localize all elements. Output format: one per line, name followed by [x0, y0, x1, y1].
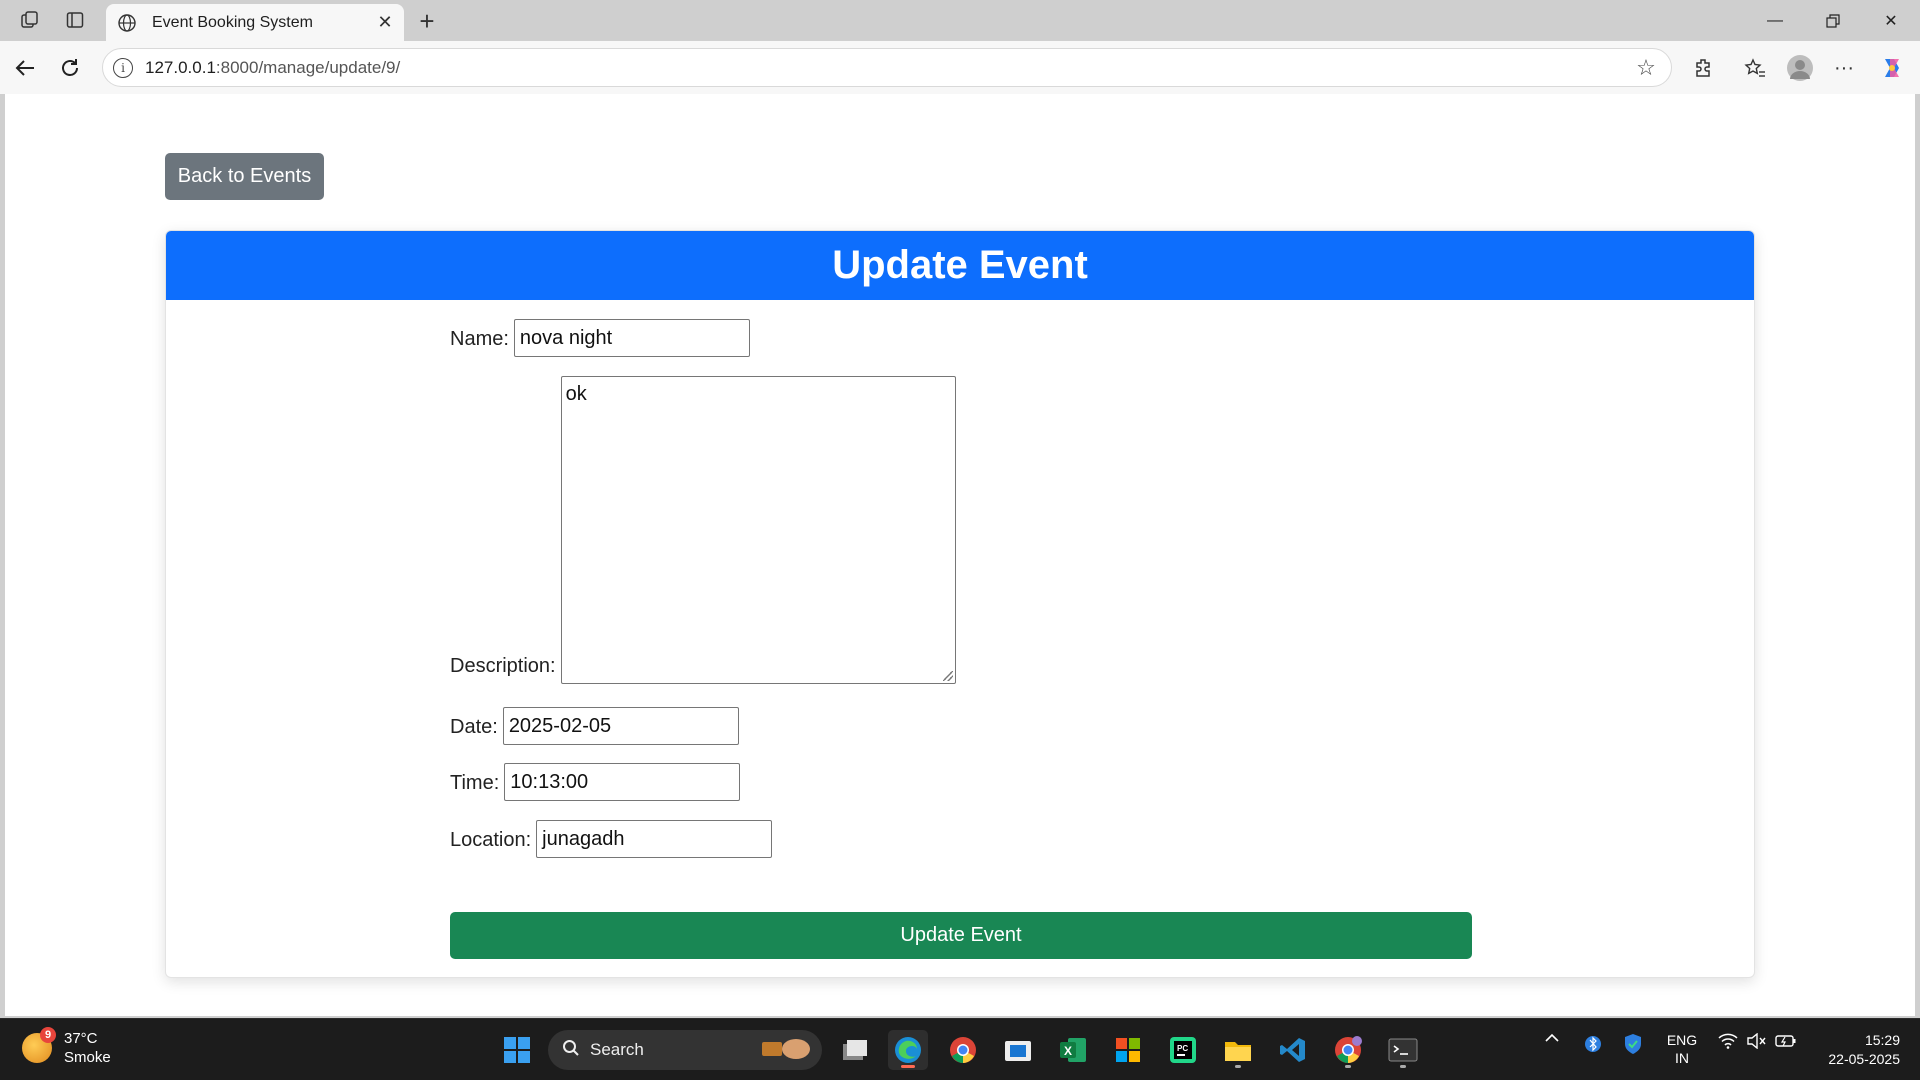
restore-button[interactable]: [1810, 6, 1856, 36]
vertical-tabs-icon[interactable]: [61, 8, 89, 32]
show-hidden-icons-chevron-icon[interactable]: [1540, 1033, 1564, 1043]
lang-line2: IN: [1675, 1050, 1689, 1066]
location-input[interactable]: junagadh: [536, 820, 773, 858]
more-options-icon[interactable]: ···: [1829, 53, 1859, 83]
name-input[interactable]: nova night: [513, 319, 750, 357]
start-button[interactable]: [497, 1030, 537, 1070]
weather-desc: Smoke: [64, 1049, 111, 1066]
file-explorer-icon[interactable]: [1218, 1030, 1258, 1070]
url-text[interactable]: 127.0.0.1:8000/manage/update/9/: [145, 58, 1631, 78]
workspaces-icon[interactable]: [16, 8, 44, 32]
location-label: Location:: [450, 829, 532, 851]
wifi-icon[interactable]: [1716, 1033, 1740, 1049]
date-row: Date: 2025-02-05: [450, 707, 739, 745]
extensions-icon[interactable]: [1689, 53, 1719, 83]
close-tab-icon[interactable]: ✕: [372, 10, 398, 36]
battery-icon[interactable]: [1774, 1033, 1798, 1049]
chrome-app-icon[interactable]: [943, 1030, 983, 1070]
time-row: Time: 10:13:00: [450, 763, 741, 801]
weather-sun-icon: 9: [22, 1027, 56, 1063]
lang-line1: ENG: [1666, 1032, 1698, 1048]
search-highlight-icon: [758, 1034, 814, 1067]
taskbar-search[interactable]: Search: [548, 1030, 822, 1070]
office-app-icon[interactable]: [1108, 1030, 1148, 1070]
date-input[interactable]: 2025-02-05: [502, 707, 739, 745]
name-row: Name: nova night: [450, 319, 750, 357]
description-row: Description: ok: [450, 376, 956, 684]
minimize-button[interactable]: —: [1752, 6, 1798, 36]
chrome-profile-app-icon[interactable]: [1328, 1030, 1368, 1070]
card-title: Update Event: [166, 231, 1754, 300]
store-app-icon[interactable]: [998, 1030, 1038, 1070]
language-indicator[interactable]: ENG IN: [1662, 1031, 1702, 1067]
windows-taskbar: 9 37°C Smoke Search X PC ENG IN 15:29 22…: [0, 1018, 1920, 1080]
system-clock[interactable]: 15:29 22-05-2025: [1810, 1031, 1900, 1069]
favorite-star-icon[interactable]: ☆: [1631, 53, 1661, 83]
edge-app-icon[interactable]: [888, 1030, 928, 1070]
name-label: Name:: [450, 328, 509, 350]
date-label: Date:: [450, 716, 498, 738]
url-bar[interactable]: i 127.0.0.1:8000/manage/update/9/ ☆: [102, 48, 1672, 87]
site-info-icon[interactable]: i: [113, 57, 133, 78]
url-host: 127.0.0.1: [145, 57, 216, 77]
weather-widget[interactable]: 9 37°C Smoke: [22, 1027, 111, 1067]
profile-avatar-icon[interactable]: [1787, 55, 1813, 81]
globe-icon: [116, 12, 138, 34]
terminal-app-icon[interactable]: [1383, 1030, 1423, 1070]
back-arrow-icon[interactable]: [10, 53, 40, 83]
time-input[interactable]: 10:13:00: [504, 763, 741, 801]
location-row: Location: junagadh: [450, 820, 773, 858]
pycharm-app-icon[interactable]: PC: [1163, 1030, 1203, 1070]
update-event-card: Update Event Name: nova night Descriptio…: [165, 230, 1755, 978]
search-label: Search: [590, 1040, 644, 1059]
address-toolbar: i 127.0.0.1:8000/manage/update/9/ ☆ ···: [0, 41, 1920, 94]
description-text: ok: [565, 383, 587, 405]
search-icon: [562, 1039, 580, 1062]
clock-time: 15:29: [1864, 1032, 1900, 1048]
tab-title: Event Booking System: [152, 13, 313, 31]
svg-text:X: X: [1064, 1044, 1072, 1058]
update-event-submit-button[interactable]: Update Event: [450, 912, 1472, 959]
volume-muted-icon[interactable]: [1744, 1033, 1768, 1049]
vscode-app-icon[interactable]: [1273, 1030, 1313, 1070]
excel-app-icon[interactable]: X: [1053, 1030, 1093, 1070]
bluetooth-icon[interactable]: [1581, 1033, 1605, 1055]
clock-date: 22-05-2025: [1828, 1051, 1900, 1067]
url-path: :8000/manage/update/9/: [215, 57, 401, 77]
resize-handle-icon[interactable]: [942, 671, 953, 681]
security-shield-icon[interactable]: [1621, 1033, 1645, 1055]
weather-temp: 37°C: [64, 1030, 98, 1047]
copilot-icon[interactable]: [1877, 53, 1907, 83]
browser-tab-bar: Event Booking System ✕ + — ✕: [0, 0, 1920, 41]
time-label: Time:: [450, 772, 500, 794]
description-textarea[interactable]: ok: [560, 376, 956, 684]
active-tab[interactable]: Event Booking System ✕: [106, 4, 404, 41]
task-view-icon[interactable]: [835, 1030, 875, 1070]
favorites-icon[interactable]: [1740, 53, 1770, 83]
reload-icon[interactable]: [55, 53, 85, 83]
close-window-button[interactable]: ✕: [1868, 6, 1914, 36]
weather-badge: 9: [40, 1027, 56, 1043]
back-to-events-button[interactable]: Back to Events: [165, 153, 324, 200]
new-tab-button[interactable]: +: [412, 6, 442, 36]
svg-text:PC: PC: [1177, 1044, 1188, 1053]
description-label: Description:: [450, 655, 556, 677]
page-viewport: Back to Events Update Event Name: nova n…: [5, 94, 1915, 1016]
